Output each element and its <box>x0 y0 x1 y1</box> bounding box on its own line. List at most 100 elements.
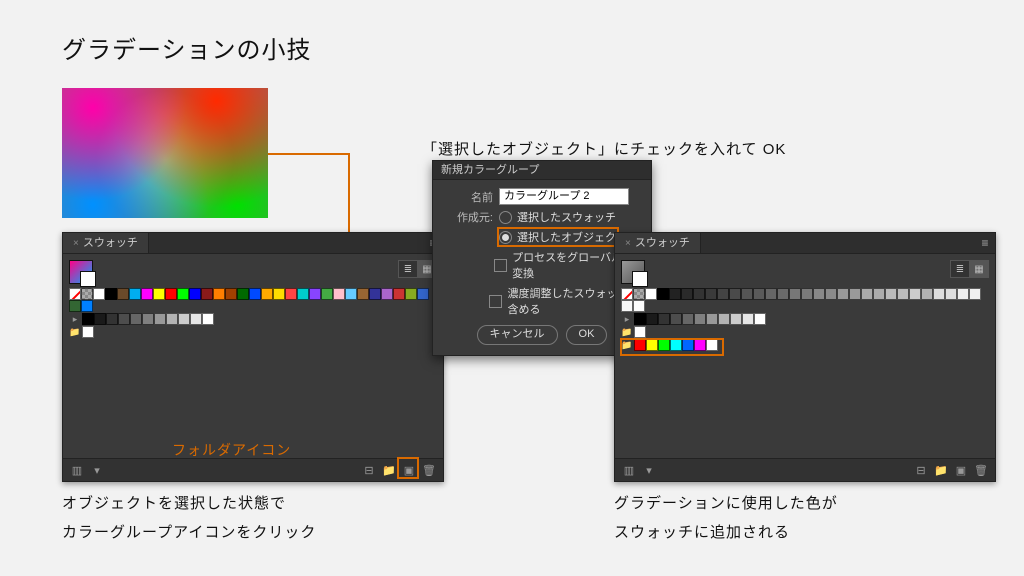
swatch[interactable] <box>154 313 166 325</box>
swatch[interactable] <box>777 288 789 300</box>
swatch[interactable] <box>801 288 813 300</box>
swatch[interactable] <box>81 288 93 300</box>
swatch-options-icon[interactable]: ⊟ <box>361 463 377 477</box>
swatch[interactable] <box>682 313 694 325</box>
swatch[interactable] <box>93 288 105 300</box>
swatch-options-icon[interactable]: ⊟ <box>913 463 929 477</box>
swatch[interactable] <box>178 313 190 325</box>
swatch[interactable] <box>142 313 154 325</box>
swatch[interactable] <box>357 288 369 300</box>
swatch[interactable] <box>694 339 706 351</box>
swatch[interactable] <box>69 300 81 312</box>
swatch[interactable] <box>118 313 130 325</box>
new-color-group-icon[interactable]: 📁 <box>381 463 397 477</box>
swatch[interactable] <box>237 288 249 300</box>
swatch[interactable] <box>621 300 633 312</box>
swatch[interactable] <box>909 288 921 300</box>
swatch[interactable] <box>705 288 717 300</box>
swatch[interactable] <box>633 300 645 312</box>
swatch[interactable] <box>741 288 753 300</box>
swatch[interactable] <box>129 288 141 300</box>
swatch[interactable] <box>921 288 933 300</box>
view-list-icon[interactable]: ≣ <box>951 261 969 277</box>
folder-icon[interactable]: 📁 <box>621 339 633 351</box>
swatch[interactable] <box>694 313 706 325</box>
swatch[interactable] <box>681 288 693 300</box>
swatch[interactable] <box>646 313 658 325</box>
swatch[interactable] <box>730 313 742 325</box>
close-icon[interactable]: × <box>73 238 79 249</box>
swatch[interactable] <box>706 313 718 325</box>
delete-swatch-icon[interactable]: 🗑 <box>973 463 989 477</box>
swatch[interactable] <box>897 288 909 300</box>
swatch[interactable] <box>69 288 81 300</box>
swatch-library-icon[interactable]: ▥ <box>621 463 637 477</box>
delete-swatch-icon[interactable]: 🗑 <box>421 463 437 477</box>
swatch[interactable] <box>885 288 897 300</box>
swatch[interactable] <box>753 288 765 300</box>
swatch[interactable] <box>765 288 777 300</box>
folder-icon[interactable]: 📁 <box>69 326 81 338</box>
cancel-button[interactable]: キャンセル <box>477 325 558 345</box>
swatch[interactable] <box>261 288 273 300</box>
swatch[interactable] <box>81 300 93 312</box>
swatch[interactable] <box>106 313 118 325</box>
swatch[interactable] <box>249 288 261 300</box>
swatch[interactable] <box>153 288 165 300</box>
swatch[interactable] <box>309 288 321 300</box>
swatch[interactable] <box>381 288 393 300</box>
swatch[interactable] <box>945 288 957 300</box>
swatch[interactable] <box>177 288 189 300</box>
swatch[interactable] <box>369 288 381 300</box>
swatch[interactable] <box>213 288 225 300</box>
swatch[interactable] <box>957 288 969 300</box>
panel-menu-icon[interactable]: ≡ <box>975 236 995 250</box>
swatch[interactable] <box>682 339 694 351</box>
swatch[interactable] <box>657 288 669 300</box>
radio-selected-swatch[interactable] <box>499 211 512 224</box>
swatch[interactable] <box>333 288 345 300</box>
swatch[interactable] <box>189 288 201 300</box>
swatch[interactable] <box>621 288 633 300</box>
swatch[interactable] <box>873 288 885 300</box>
swatch[interactable] <box>393 288 405 300</box>
swatch[interactable] <box>693 288 705 300</box>
swatch[interactable] <box>285 288 297 300</box>
new-color-group-icon[interactable]: 📁 <box>933 463 949 477</box>
swatch[interactable] <box>130 313 142 325</box>
swatch[interactable] <box>646 339 658 351</box>
swatch-library-icon[interactable]: ▥ <box>69 463 85 477</box>
swatch-fill-stroke-icon[interactable] <box>69 260 93 284</box>
swatch[interactable] <box>634 326 646 338</box>
swatch[interactable] <box>297 288 309 300</box>
swatch[interactable] <box>861 288 873 300</box>
swatch[interactable] <box>729 288 741 300</box>
swatch-fill-stroke-icon[interactable] <box>621 260 645 284</box>
swatch[interactable] <box>849 288 861 300</box>
swatch[interactable] <box>105 288 117 300</box>
folder-collapse-icon[interactable]: ▸ <box>69 313 81 325</box>
swatch[interactable] <box>225 288 237 300</box>
radio-selected-object[interactable] <box>499 231 512 244</box>
swatch-kind-icon[interactable]: ▾ <box>641 463 657 477</box>
swatch[interactable] <box>645 288 657 300</box>
checkbox-tint[interactable] <box>489 295 502 308</box>
swatch[interactable] <box>321 288 333 300</box>
swatch[interactable] <box>789 288 801 300</box>
panel-tab-swatch[interactable]: ×スウォッチ <box>63 233 149 253</box>
panel-tab-swatch[interactable]: ×スウォッチ <box>615 233 701 253</box>
checkbox-global[interactable] <box>494 259 507 272</box>
swatch-kind-icon[interactable]: ▾ <box>89 463 105 477</box>
swatch[interactable] <box>634 339 646 351</box>
new-swatch-icon[interactable]: ▣ <box>953 463 969 477</box>
swatch[interactable] <box>405 288 417 300</box>
swatch[interactable] <box>658 313 670 325</box>
swatch[interactable] <box>94 313 106 325</box>
swatch[interactable] <box>825 288 837 300</box>
swatch[interactable] <box>82 313 94 325</box>
swatch[interactable] <box>718 313 730 325</box>
name-field[interactable]: カラーグループ 2 <box>499 188 629 205</box>
swatch[interactable] <box>813 288 825 300</box>
swatch[interactable] <box>969 288 981 300</box>
swatch[interactable] <box>345 288 357 300</box>
